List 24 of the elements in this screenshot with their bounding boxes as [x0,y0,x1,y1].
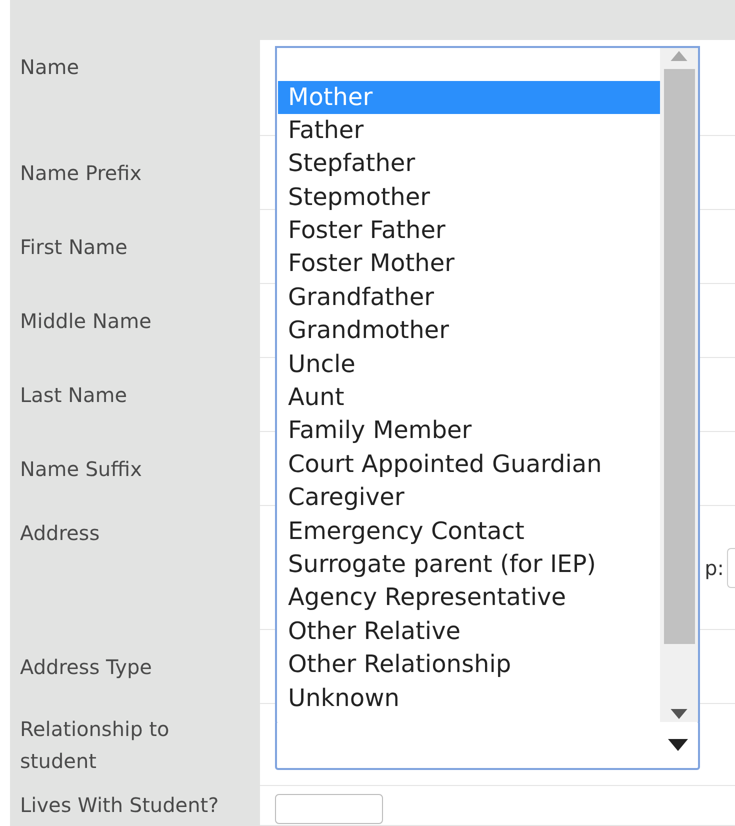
dropdown-option[interactable]: Other Relative [278,614,660,648]
dropdown-option[interactable]: Stepmother [278,180,660,214]
dropdown-option[interactable]: Unknown [278,682,660,715]
zip-field[interactable] [727,548,735,588]
checkbox-field[interactable] [275,794,383,824]
dropdown-option[interactable]: Grandfather [278,280,660,314]
dropdown-option[interactable]: Other Relationship [278,648,660,682]
dropdown-option[interactable]: Emergency Contact [278,514,660,548]
scroll-up-icon[interactable] [670,50,688,60]
dropdown-option[interactable]: Foster Father [278,214,660,248]
dropdown-option[interactable]: Agency Representative [278,581,660,615]
field-label: p: [704,554,724,582]
dropdown-option[interactable]: Surrogate parent (for IEP) [278,548,660,582]
dropdown-option[interactable]: Foster Mother [278,247,660,281]
scrollbar-thumb[interactable] [664,68,694,644]
dropdown-option[interactable]: Uncle [278,348,660,382]
dropdown-option[interactable]: Stepfather [278,147,660,181]
dropdown-option[interactable]: Aunt [278,381,660,414]
caret-icon[interactable] [668,738,688,750]
dropdown-option[interactable]: Family Member [278,414,660,448]
dropdown-option[interactable]: Grandmother [278,314,660,348]
dropdown-option[interactable]: Father [278,114,660,148]
dropdown-option[interactable]: Caregiver [278,481,660,515]
dropdown-option[interactable]: Court Appointed Guardian [278,448,660,482]
